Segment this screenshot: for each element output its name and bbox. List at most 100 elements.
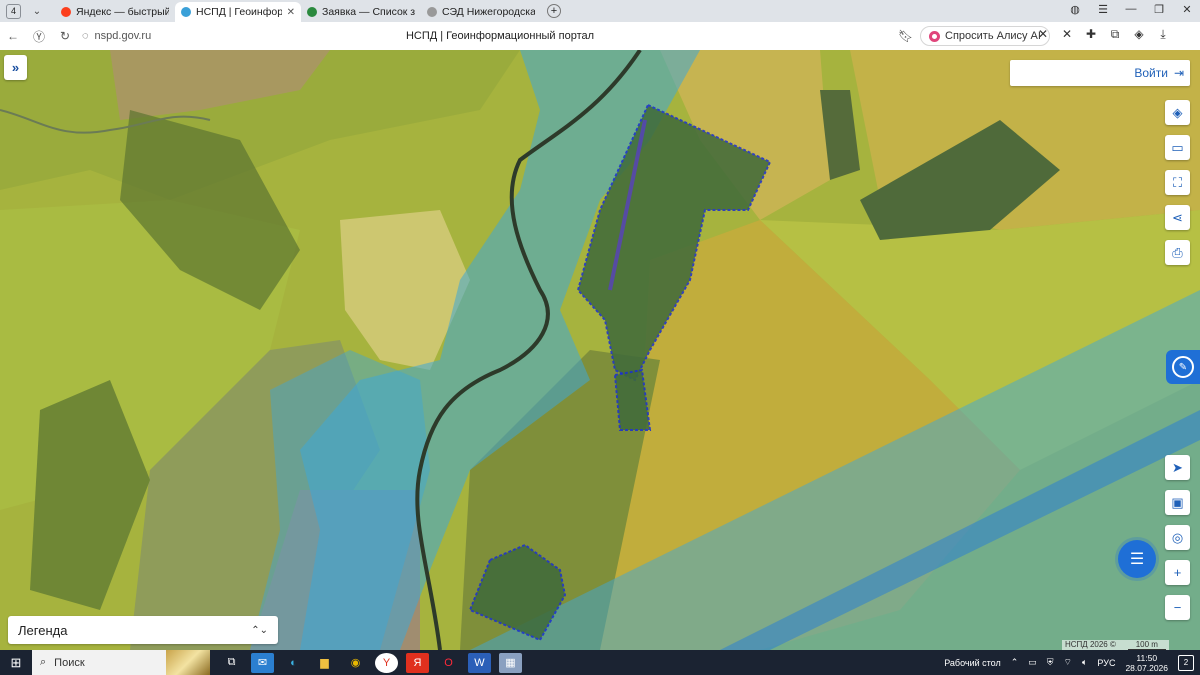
share-icon: ⋖ [1172,209,1183,225]
opera-browser-icon[interactable]: O [437,653,460,673]
search-label: Поиск [54,656,85,669]
tab-title: НСПД | Геоинформаци [196,6,282,18]
edge-browser-icon[interactable]: ◐ [282,653,305,673]
mail-app-icon[interactable]: ✉ [251,652,274,673]
zoom-out-icon: − [1173,600,1182,615]
globe-favicon-icon [427,7,437,17]
taskbar-search[interactable]: ⌕ Поиск [32,650,210,675]
url-text: nspd.gov.ru [94,30,152,42]
pin-button[interactable]: ◎ [1165,525,1190,550]
layers-icon: ◈ [1172,104,1183,120]
updown-chevron-icon: ⌃⌄ [251,624,268,636]
yandex-app-icon[interactable]: Я [406,652,429,673]
collections-icon[interactable]: ⧉ [1108,27,1122,43]
back-arrow-icon[interactable]: ← [0,29,26,43]
share-button[interactable]: ⋖ [1165,205,1190,230]
feedback-side-tab[interactable]: ✎ [1166,350,1200,384]
login-button[interactable]: Войти ⇥ [1010,60,1190,86]
mail-favicon-icon [307,7,317,17]
clock[interactable]: 11:50 28.07.2026 [1125,653,1168,673]
bookmark-icon[interactable]: 🔖︎ [898,29,913,43]
zoom-in-icon: + [1173,565,1182,580]
extension-badge-icon[interactable]: ◈ [1132,27,1146,43]
word-app-icon[interactable]: W [468,652,491,673]
menu-icon[interactable]: ☰ [1096,3,1110,16]
tab-nspd[interactable]: НСПД | Геоинформаци ✕ [175,2,301,22]
tab-zayavka[interactable]: Заявка — Список заявок [301,2,421,22]
expand-panel-button[interactable]: » [4,55,27,80]
explorer-folder-icon[interactable]: ▆ [313,653,336,673]
system-tray: Рабочий стол ⌃ ▭ ⛨ ⌔ 🔈︎ РУС 11:50 28.07.… [944,650,1200,675]
new-tab-button[interactable]: + [547,4,561,18]
ruler-icon: ▭ [1171,139,1184,155]
nspd-favicon-icon [181,7,191,17]
print-icon: ⎙ [1172,244,1183,260]
extensions: ✕ ✕ ✚ ⧉ ◈ ⤓ [1036,27,1170,43]
windows-start-icon[interactable]: ⊞ [0,655,32,671]
yandex-favicon-icon [61,7,71,17]
chrome-browser-icon[interactable]: ◉ [344,653,367,673]
extension-x2-icon[interactable]: ✕ [1060,27,1074,43]
tab-title: Яндекс — быстрый поиск [76,6,169,18]
minimap-button[interactable]: ▣ [1165,490,1190,515]
alice-icon [929,30,940,42]
remote-app-icon[interactable]: ▦ [499,652,522,673]
legend-dropdown[interactable]: Легенда ⌃⌄ [8,616,278,644]
security-icon[interactable]: ⛨ [1047,657,1054,668]
chevron-down-icon[interactable]: ⌄ [29,3,45,19]
scale-bar: 100 m [1127,640,1166,650]
reload-icon[interactable]: ↻ [52,29,78,43]
window-controls: ◍ ☰ — ❐ ✕ [1068,3,1194,16]
zoom-out-button[interactable]: − [1165,595,1190,620]
task-view-icon[interactable]: ⧉ [220,653,243,673]
close-window-icon[interactable]: ✕ [1180,3,1194,16]
layers-button[interactable]: ◈ [1165,100,1190,125]
zoom-in-button[interactable]: + [1165,560,1190,585]
chevron-up-icon[interactable]: ⌃ [1011,657,1019,668]
yandex-browser-icon[interactable]: Y [375,652,398,673]
locate-icon: ➤ [1172,459,1183,475]
map-canvas[interactable]: » [0,50,1200,650]
tab-yandex[interactable]: Яндекс — быстрый поиск [55,2,175,22]
download-icon[interactable]: ⤓ [1156,27,1170,43]
login-icon: ⇥ [1173,66,1184,80]
url-field[interactable]: ◌ nspd.gov.ru [82,30,342,42]
wifi-icon[interactable]: ⌔ [1064,657,1072,668]
tab-sed[interactable]: СЭД Нижегородская обл. [421,2,541,22]
taskbar-apps: ⧉ ✉ ◐ ▆ ◉ Y Я O W ▦ [220,652,522,673]
page-title: НСПД | Геоинформационный портал [405,30,595,42]
print-button[interactable]: ⎙ [1165,240,1190,265]
desktop-label[interactable]: Рабочий стол [944,658,1001,668]
windows-taskbar: ⊞ ⌕ Поиск ⧉ ✉ ◐ ▆ ◉ Y Я O W ▦ Рабочий ст… [0,650,1200,675]
network-icon[interactable]: ▭ [1028,657,1037,668]
alice-label: Спросить Алису AI [945,30,1041,42]
address-bar-row: ← Ⓨ ↻ ◌ nspd.gov.ru НСПД | Геоинформацио… [0,22,1200,50]
search-highlight-image [166,650,210,675]
close-icon[interactable]: ✕ [287,7,295,18]
restore-icon[interactable]: ❐ [1152,3,1166,16]
profile-icon[interactable]: ◍ [1068,3,1082,16]
tab-count-badge[interactable]: 4 [6,3,21,19]
ask-alice-button[interactable]: Спросить Алису AI [920,26,1050,46]
chat-icon: ☰ [1129,551,1145,568]
volume-icon[interactable]: 🔈︎ [1082,657,1087,668]
minimap-icon: ▣ [1171,494,1184,510]
chat-button[interactable]: ☰ [1118,540,1156,578]
extensions-puzzle-icon[interactable]: ✚ [1084,27,1098,43]
extension-x-icon[interactable]: ✕ [1036,27,1050,43]
pin-icon: ◎ [1171,529,1184,545]
locate-button[interactable]: ➤ [1165,455,1190,480]
satellite-map [0,50,1200,650]
legend-label: Легенда [18,622,68,638]
yandex-home-icon[interactable]: Ⓨ [26,28,52,45]
login-label: Войти [1134,66,1168,80]
site-info-icon[interactable]: ◌ [82,30,89,42]
notifications-icon[interactable]: 2 [1178,654,1194,671]
language-indicator[interactable]: РУС [1097,658,1115,668]
select-area-icon: ⛶ [1172,174,1183,190]
minimize-icon[interactable]: — [1124,3,1138,16]
ruler-button[interactable]: ▭ [1165,135,1190,160]
clock-time: 11:50 [1136,652,1158,663]
select-area-button[interactable]: ⛶ [1165,170,1190,195]
browser-tab-strip: 4 ⌄ Яндекс — быстрый поиск НСПД | Геоинф… [0,0,1200,22]
